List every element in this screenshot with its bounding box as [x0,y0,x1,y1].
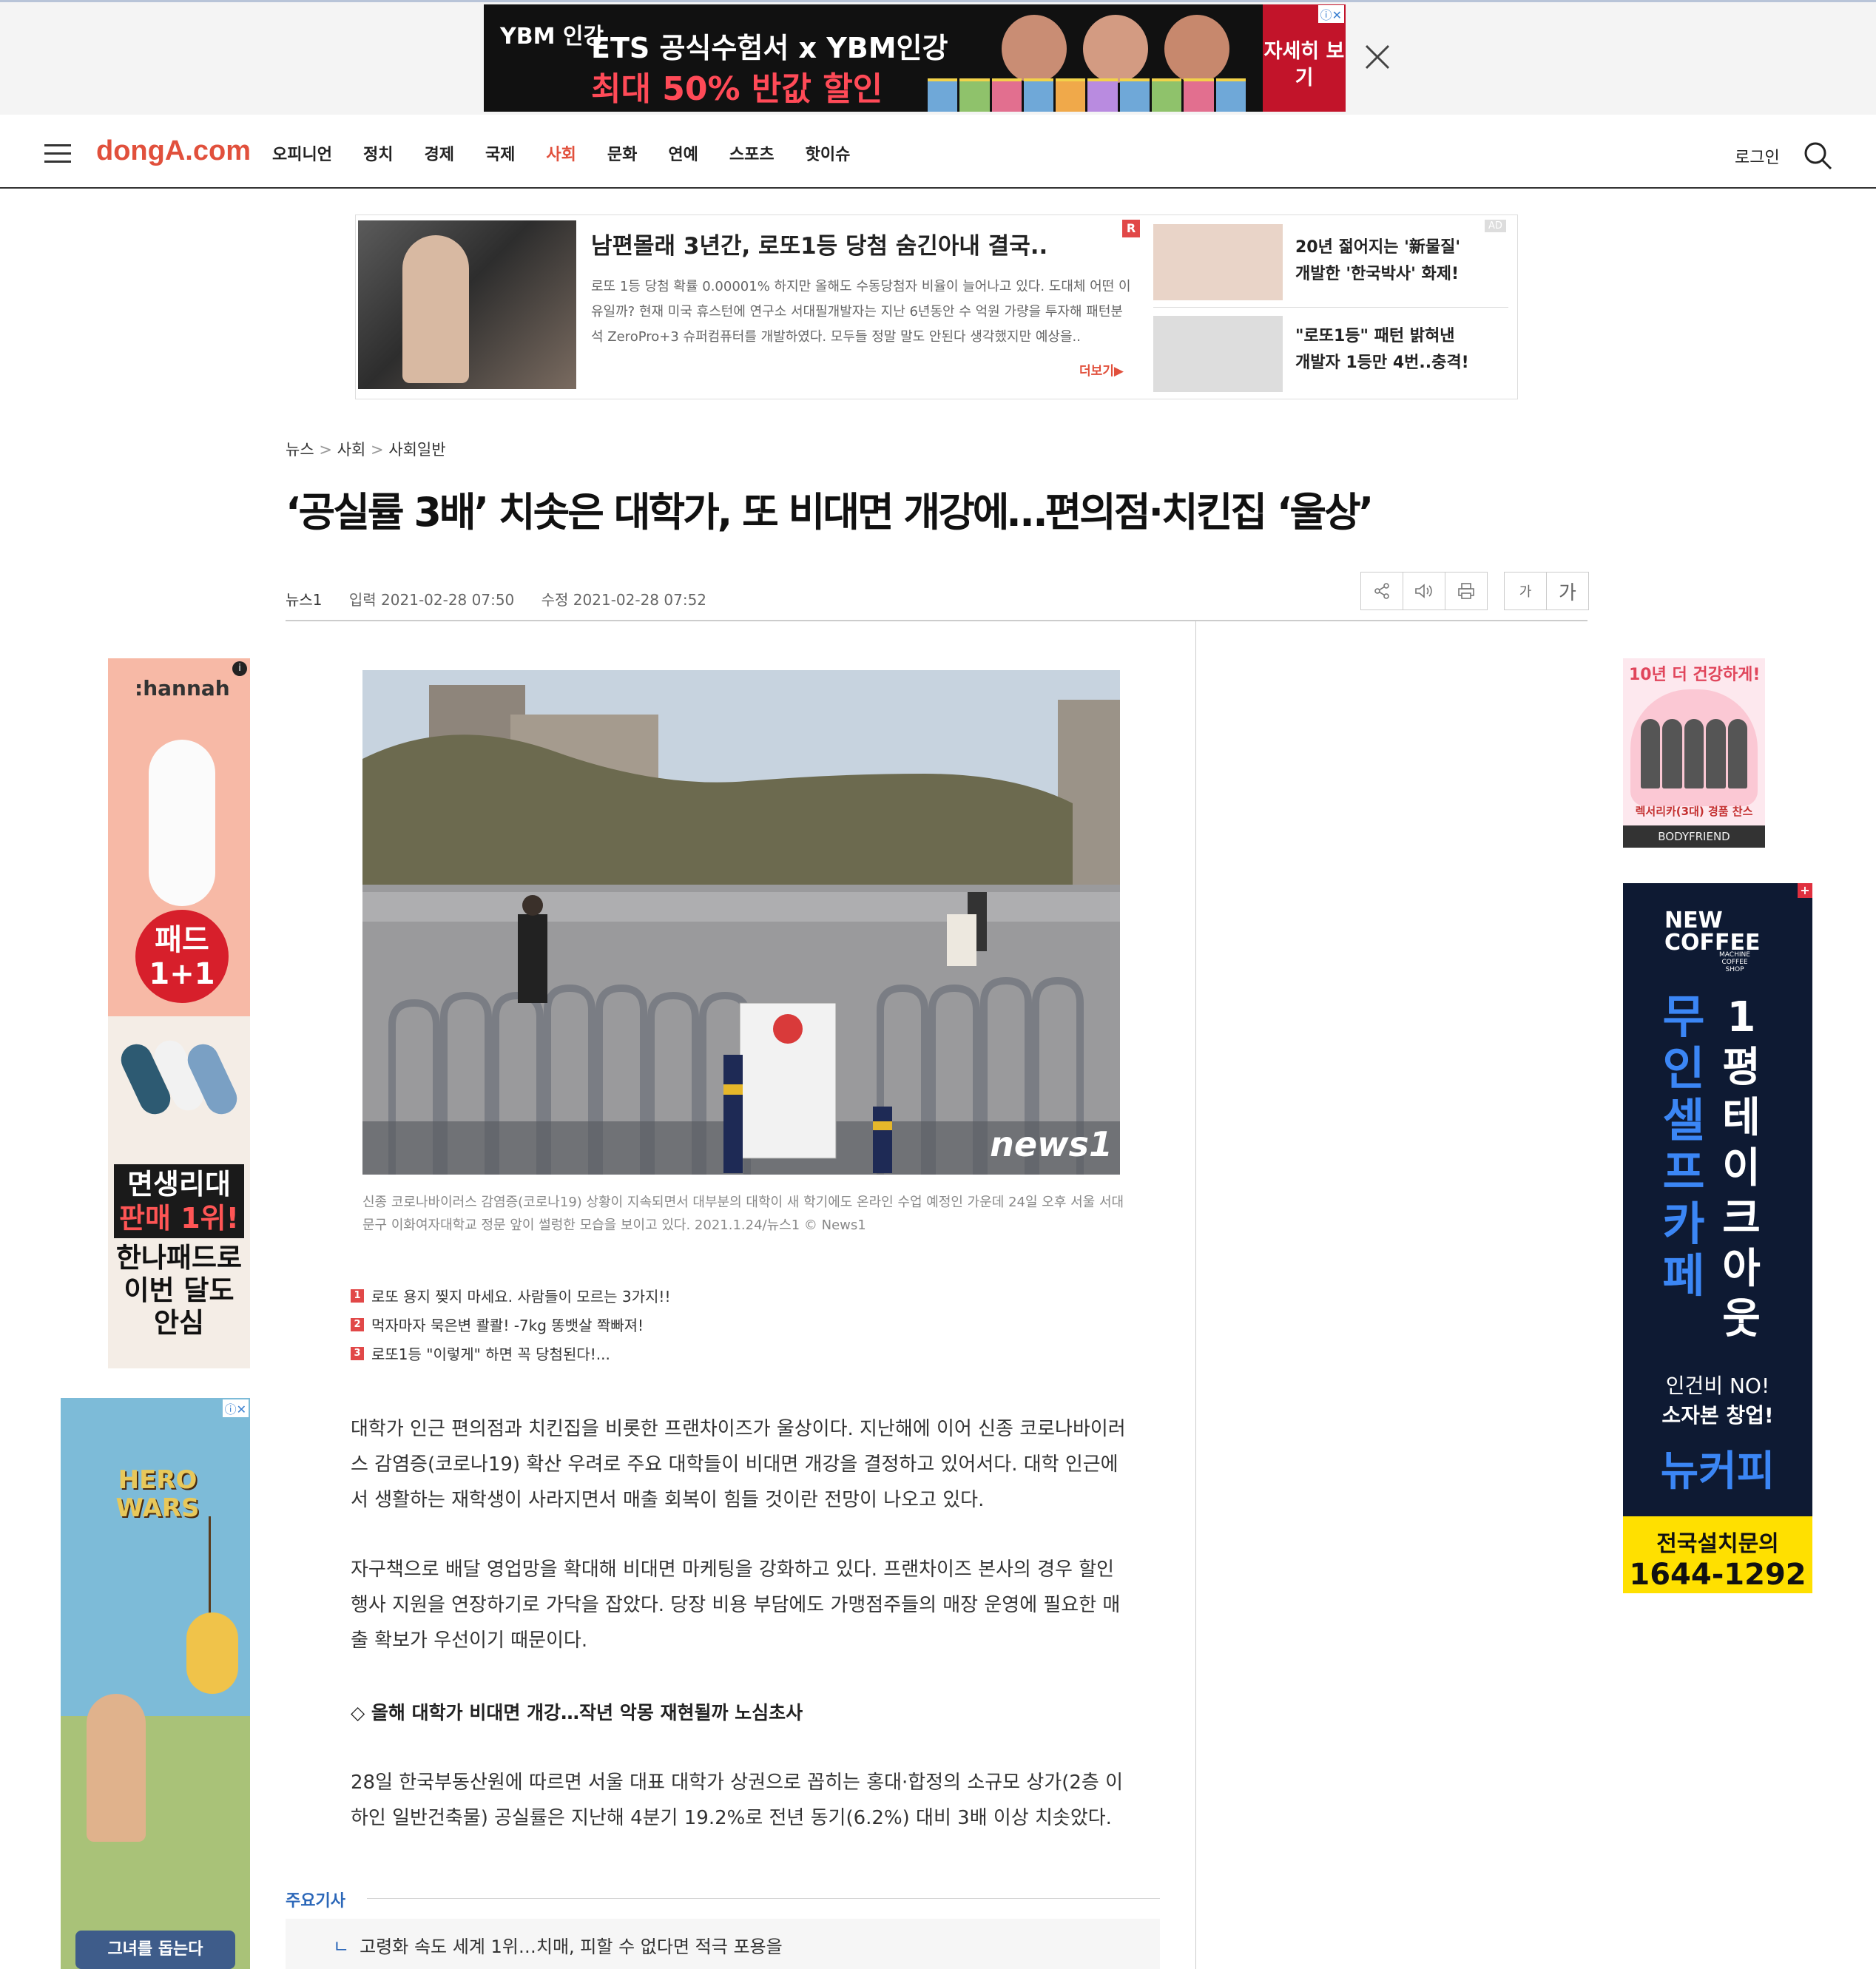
bodyfriend-headline: 10년 더 건강하게! [1629,666,1761,684]
article-subheading: ◇ 올해 대학가 비대면 개강…작년 악몽 재현될까 노심초사 [351,1702,803,1723]
adchoices-icon[interactable]: ⓘ✕ [222,1399,249,1417]
pad-image [149,740,215,906]
menu-item-international[interactable]: 국제 [485,141,515,165]
breadcrumb-society-general[interactable]: 사회일반 [388,441,445,459]
promo-link[interactable]: 2 먹자마자 묵은변 콸콸! -7kg 똥뱃살 쫙빠져! [351,1310,670,1339]
bodyfriend-ad[interactable]: 10년 더 건강하게! 렉서리카(3대) 경품 찬스 BODYFRIEND [1623,658,1765,848]
related-header: 주요기사 [286,1892,345,1911]
article-tools [1360,572,1488,610]
article-paragraph: 대학가 인근 편의점과 치킨집을 비롯한 프랜차이즈가 울상이다. 지난해에 이… [351,1418,1126,1511]
menu-item-hot-issue[interactable]: 핫이슈 [806,141,851,165]
bodyfriend-sub: 렉서리카(3대) 경품 찬스 [1635,805,1753,818]
menu-item-society[interactable]: 사회 [546,141,576,165]
breadcrumb-society[interactable]: 사회 [337,441,366,459]
font-size-controls: 가 가 [1504,572,1589,610]
adchoices-icon[interactable]: ⓘ✕ [1317,5,1344,23]
speaker-icon[interactable] [1403,572,1445,610]
top-banner-ad[interactable]: YBM 인강 ETS 공식수험서 x YBM인강 최대 50% 반값 할인 자세… [484,4,1346,112]
bodyfriend-brand: BODYFRIEND [1623,825,1765,848]
native-ad-title[interactable]: 남편몰래 3년간, 로또1등 당첨 숨긴아내 결국.. [591,227,1047,260]
print-icon[interactable] [1445,572,1488,610]
hero-wars-cta[interactable]: 그녀를 돕는다 [75,1931,235,1969]
hero-wars-logo: HERO WARS [115,1465,200,1523]
font-increase-button[interactable]: 가 [1546,572,1589,610]
login-link[interactable]: 로그인 [1735,144,1780,168]
plus-icon[interactable]: + [1798,883,1812,898]
menu-item-entertainment[interactable]: 연예 [668,141,698,165]
related-article-link[interactable]: ㄴ 고령화 속도 세계 1위…치매, 피할 수 없다면 적극 포용을 [333,1932,783,1958]
promo-link[interactable]: 1 로또 용지 찢지 마세요. 사람들이 모르는 3가지!! [351,1281,670,1310]
vertical-text-2: 1평테이크아웃 [1722,993,1761,1343]
group-photo [1641,719,1748,788]
article-headline: ‘공실률 3배’ 치솟은 대학가, 또 비대면 개강에…편의점·치킨집 ‘울상’ [286,489,1374,536]
breadcrumb: 뉴스 > 사회 > 사회일반 [286,441,446,459]
divider [367,1898,1160,1899]
promo-circle: 패드 1+1 [135,910,229,1003]
hannah-red-text: 면생리대 판매 1위! [114,1164,244,1238]
native-ad-more-link[interactable]: 더보기▶ [1079,360,1124,379]
native-ad-description: 로또 1등 당첨 확률 0.00001% 하지만 올해도 수동당첨자 비율이 늘… [591,279,1131,345]
menu-item-opinion[interactable]: 오피니언 [272,141,332,165]
new-coffee-small: MACHINE COFFEE SHOP [1719,951,1750,973]
main-menu: 오피니언 정치 경제 국제 사회 문화 연예 스포츠 핫이슈 [272,141,881,165]
native-ad-side-title-2[interactable]: "로또1등" 패턴 밝혀낸 개발자 1등만 4번..충격! [1295,323,1469,376]
article-photo[interactable]: news1 [362,670,1120,1175]
native-ad-side-image-2[interactable] [1153,316,1283,392]
hannah-tagline: 한나패드로 이번 달도 안심 [115,1242,243,1339]
breadcrumb-news[interactable]: 뉴스 [286,441,314,459]
column-divider [1195,621,1196,1969]
promo-links: 1 로또 용지 찢지 마세요. 사람들이 모르는 3가지!! 2 먹자마자 묵은변 … [351,1281,670,1368]
menu-item-economy[interactable]: 경제 [424,141,453,165]
native-ad-image[interactable] [358,220,576,389]
ad-discount: 최대 50% 반값 할인 [591,70,883,108]
input-time: 입력 2021-02-28 07:50 [348,591,515,609]
character-image [186,1612,238,1694]
pads-image [115,1035,243,1120]
new-coffee-ad[interactable]: + NEW COFFEE MACHINE COFFEE SHOP 무인셀프카페 1… [1623,883,1812,1593]
hannah-ad[interactable]: :hannah i 패드 1+1 면생리대 판매 1위! 한나패드로 이번 달도 … [108,658,250,1368]
article-meta: 뉴스1 입력 2021-02-28 07:50 수정 2021-02-28 07… [286,588,729,609]
info-icon[interactable]: i [232,661,247,676]
close-icon[interactable] [1363,43,1391,71]
menu-item-politics[interactable]: 정치 [363,141,393,165]
native-ad-side-title-1[interactable]: 20년 젊어지는 '新물질' 개발한 '한국박사' 화제! [1295,234,1460,288]
font-decrease-button[interactable]: 가 [1504,572,1547,610]
site-logo[interactable]: dongA.com [96,135,251,167]
menu-item-culture[interactable]: 문화 [607,141,637,165]
ad-books-image [928,78,1246,112]
native-ad-side-image-1[interactable] [1153,224,1283,300]
new-coffee-brand: 뉴커피 [1660,1448,1775,1496]
edit-time: 수정 2021-02-28 07:52 [541,591,707,609]
article-paragraph: 자구책으로 배달 영업망을 확대해 비대면 마케팅을 강화하고 있다. 프랜차이… [351,1558,1121,1652]
article-source[interactable]: 뉴스1 [286,591,323,609]
character-image [87,1694,146,1842]
vertical-text-1: 무인셀프카페 [1662,990,1705,1303]
new-coffee-pitch: 인건비 NO! 소자본 창업! [1661,1374,1774,1428]
photo-watermark: news1 [990,1124,1113,1164]
ad-label: AD [1485,220,1506,232]
new-coffee-contact: 전국설치문의 1644-1292 [1623,1516,1812,1593]
hannah-logo: :hannah [135,676,230,700]
divider [286,620,1587,621]
hamburger-menu-icon[interactable] [44,144,71,163]
ad-brand: YBM 인강 [500,24,604,50]
top-ad-band: YBM 인강 ETS 공식수험서 x YBM인강 최대 50% 반값 할인 자세… [0,0,1876,115]
share-icon[interactable] [1360,572,1403,610]
hero-wars-ad[interactable]: ⓘ✕ HERO WARS 그녀를 돕는다 [61,1398,250,1969]
site-header: dongA.com 오피니언 정치 경제 국제 사회 문화 연예 스포츠 핫이슈… [0,115,1876,189]
article-paragraph: 28일 한국부동산원에 따르면 서울 대표 대학가 상권으로 꼽히는 홍대·합정… [351,1772,1123,1829]
photo-caption: 신종 코로나바이러스 감염증(코로나19) 상황이 지속되면서 대부분의 대학이… [362,1195,1124,1233]
search-icon[interactable] [1802,140,1833,171]
menu-item-sports[interactable]: 스포츠 [729,141,775,165]
new-coffee-logo: NEW COFFEE [1664,908,1761,956]
ad-headline: ETS 공식수험서 x YBM인강 [591,32,948,64]
r-badge-icon: R [1122,220,1140,237]
promo-link[interactable]: 3 로또1등 "이렇게" 하면 꼭 당첨된다!... [351,1339,670,1368]
native-ad-box[interactable]: 남편몰래 3년간, 로또1등 당첨 숨긴아내 결국.. 로또 1등 당첨 확률 … [355,215,1518,399]
